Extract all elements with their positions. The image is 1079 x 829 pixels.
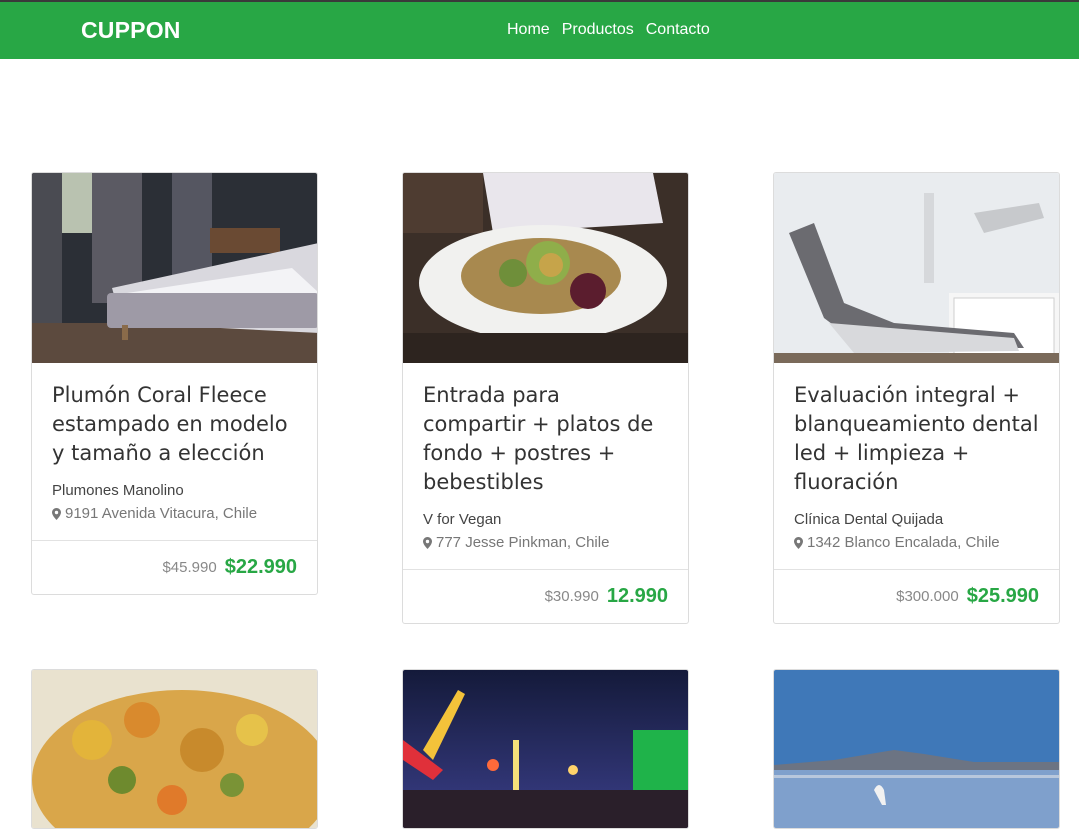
merchant-name: Clínica Dental Quijada [794,511,944,528]
price-footer: $30.990 12.990 [403,569,688,623]
deal-card[interactable]: Plumón Coral Fleece estampado en modelo … [31,172,318,595]
address-text: 777 Jesse Pinkman, Chile [436,534,610,551]
merchant-name: Plumones Manolino [52,482,184,499]
old-price: $30.990 [544,588,599,605]
old-price: $45.990 [162,559,217,576]
carnival-night-photo[interactable] [403,670,688,828]
salad-plate-photo[interactable] [403,173,688,363]
deal-title[interactable]: Plumón Coral Fleece estampado en modelo … [52,381,297,468]
merchant-name: V for Vegan [423,511,502,528]
nav-home[interactable]: Home [507,21,550,39]
address-text: 9191 Avenida Vitacura, Chile [65,505,258,522]
nav-productos[interactable]: Productos [562,21,634,39]
flamingo-lake-photo[interactable] [774,670,1059,828]
new-price: $22.990 [224,556,297,578]
deal-card[interactable] [31,669,318,829]
address: 1342 Blanco Encalada, Chile [794,534,1039,551]
map-marker-icon [794,536,803,549]
new-price: 12.990 [606,585,668,607]
deal-title[interactable]: Evaluación integral + blanqueamiento den… [794,381,1039,497]
old-price: $300.000 [896,588,959,605]
deal-card[interactable]: Evaluación integral + blanqueamiento den… [773,172,1060,624]
address: 9191 Avenida Vitacura, Chile [52,505,297,522]
map-marker-icon [52,507,61,520]
dental-chair-photo[interactable] [774,173,1059,363]
bedroom-photo[interactable] [32,173,317,363]
price-footer: $300.000 $25.990 [774,569,1059,623]
price-footer: $45.990 $22.990 [32,540,317,594]
deal-card[interactable]: Entrada para compartir + platos de fondo… [402,172,689,624]
address: 777 Jesse Pinkman, Chile [423,534,668,551]
deal-card[interactable] [773,669,1060,829]
deal-card[interactable] [402,669,689,829]
address-text: 1342 Blanco Encalada, Chile [807,534,1000,551]
main-nav: Home Productos Contacto [507,21,710,39]
nav-contacto[interactable]: Contacto [646,21,710,39]
top-navbar: CUPPON Home Productos Contacto [0,0,1079,59]
brand-logo[interactable]: CUPPON [81,17,181,44]
deal-title[interactable]: Entrada para compartir + platos de fondo… [423,381,668,497]
new-price: $25.990 [966,585,1039,607]
map-marker-icon [423,536,432,549]
food-dish-photo[interactable] [32,670,317,828]
